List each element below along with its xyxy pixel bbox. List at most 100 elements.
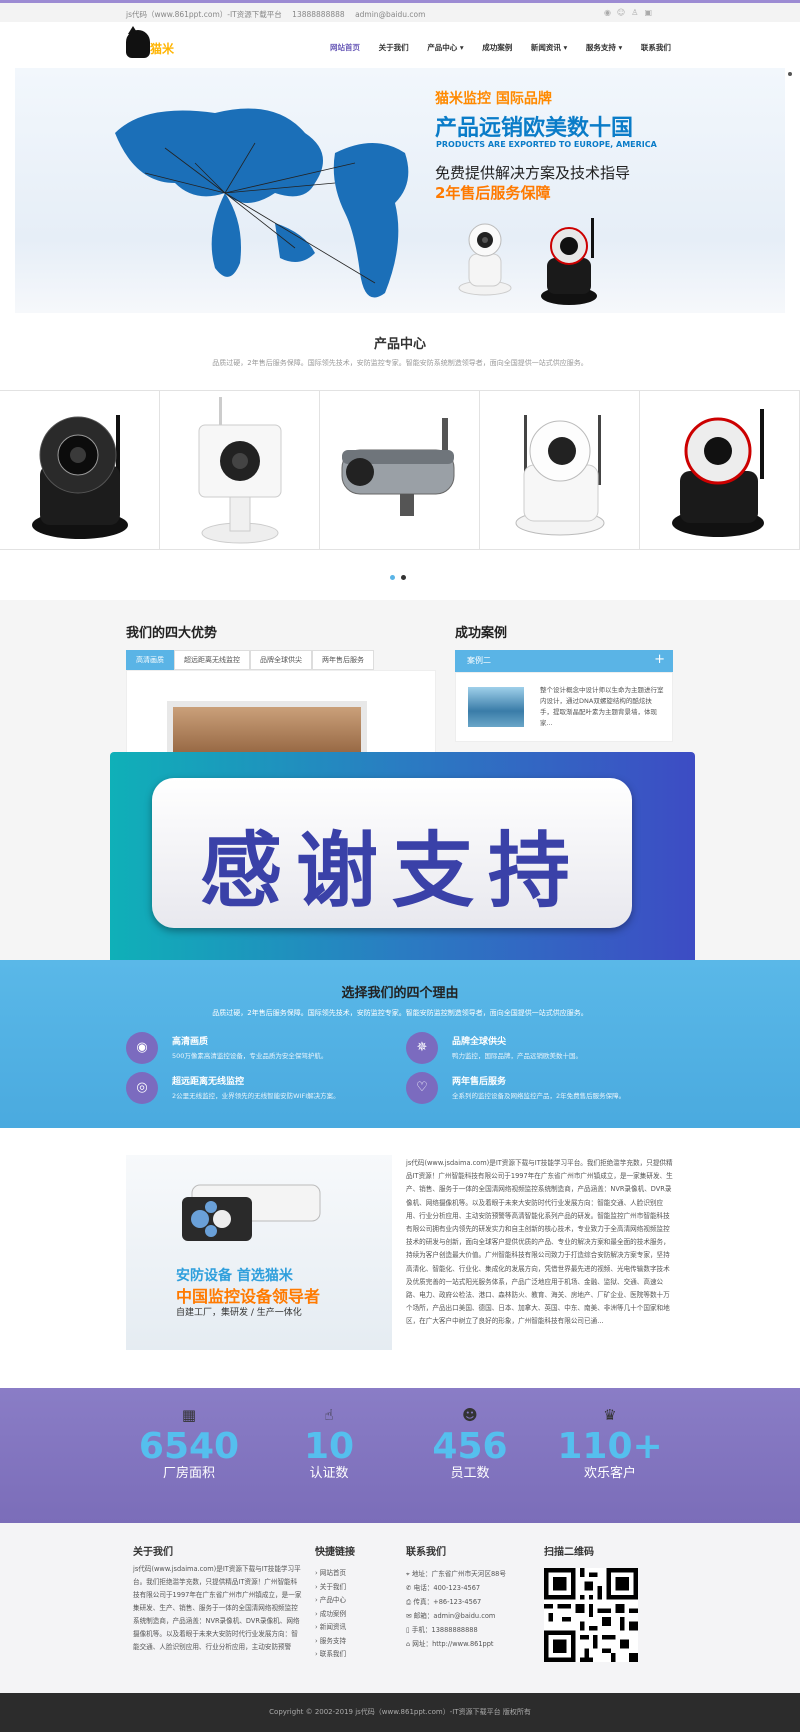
advantages-title: 我们的四大优势 bbox=[126, 626, 218, 641]
tab-service[interactable]: 两年售后服务 bbox=[312, 650, 374, 670]
security-camera-image bbox=[182, 1184, 321, 1241]
site-header: 猫米 网站首页 关于我们 产品中心 ▾ 成功案例 新闻资讯 ▾ 服务支持 ▾ 联… bbox=[0, 22, 800, 68]
case-title: 案例二 bbox=[467, 656, 491, 665]
home-icon: ⌂ bbox=[406, 1640, 411, 1648]
hero-banner[interactable]: 猫米监控 国际品牌 产品远销欧美数十国 PRODUCTS ARE EXPORTE… bbox=[15, 68, 785, 313]
black-ptz-camera-image bbox=[31, 415, 128, 539]
weibo-icon[interactable]: ◉ bbox=[604, 8, 617, 17]
black-red-ptz-camera-image bbox=[671, 409, 764, 537]
stat-item: ▦ 6540 厂房面积 bbox=[124, 1406, 254, 1481]
banner-warranty-line: 2年售后服务保障 bbox=[435, 184, 551, 202]
about-image-headline: 中国监控设备领导者 bbox=[176, 1287, 321, 1306]
reason-title: 品牌全球供尖 bbox=[452, 1037, 507, 1047]
reasons-section: 选择我们的四个理由 品质过硬，2年售后服务保障。国际领先技术，安防监控专家。智能… bbox=[0, 960, 800, 1128]
footer-link-home[interactable]: › 网站首页 bbox=[315, 1567, 346, 1581]
stat-item: ☝ 10 认证数 bbox=[264, 1406, 394, 1481]
product-card[interactable] bbox=[640, 390, 800, 550]
nav-contact[interactable]: 联系我们 bbox=[641, 42, 671, 53]
reason-desc: 2公里无线监控，业界领先的无线智能安防WIFI解决方案。 bbox=[172, 1092, 340, 1100]
stat-item: ☻ 456 员工数 bbox=[405, 1406, 535, 1481]
carousel-dots[interactable] bbox=[390, 573, 412, 583]
product-card[interactable] bbox=[320, 390, 480, 550]
products-subtitle: 品质过硬，2年售后服务保障。国际领先技术，安防监控专家。智能安防系统制造领导者，… bbox=[212, 359, 588, 367]
user-icon[interactable]: ♙ bbox=[631, 8, 644, 17]
footer-link-contact[interactable]: › 联系我们 bbox=[315, 1648, 346, 1662]
nav-home[interactable]: 网站首页 bbox=[330, 42, 360, 53]
contact-address: ⌖ 地址：广东省广州市天河区88号 bbox=[406, 1570, 506, 1578]
nav-about[interactable]: 关于我们 bbox=[379, 42, 409, 53]
footer-link-about[interactable]: › 关于我们 bbox=[315, 1581, 346, 1595]
carousel-dot[interactable] bbox=[401, 575, 406, 580]
nav-news[interactable]: 新闻资讯 ▾ bbox=[531, 42, 567, 53]
top-info-bar: js代码（www.861ppt.com）-IT资源下载平台 1388888888… bbox=[0, 0, 800, 22]
cart-icon[interactable]: ▣ bbox=[644, 8, 658, 17]
product-card[interactable] bbox=[0, 390, 160, 550]
qr-code-image bbox=[544, 1568, 638, 1662]
cat-logo-icon bbox=[126, 26, 150, 58]
case-accordion-header[interactable]: 案例二 + bbox=[455, 650, 673, 672]
white-camera-image bbox=[458, 223, 512, 296]
site-footer bbox=[0, 1523, 800, 1693]
case-thumbnail[interactable] bbox=[468, 687, 524, 727]
footer-links: › 网站首页 › 关于我们 › 产品中心 › 成功案例 › 新闻资讯 › 服务支… bbox=[315, 1567, 346, 1662]
reason-item: ◎ 超远距离无线监控 2公里无线监控，业界领先的无线智能安防WIFI解决方案。 bbox=[126, 1072, 386, 1106]
footer-links-title: 快捷链接 bbox=[315, 1547, 355, 1558]
footer-qr-title: 扫描二维码 bbox=[544, 1547, 594, 1558]
reason-item: ✵ 品牌全球供尖 鸭力监控，国际品牌，产品远销欧美数十国。 bbox=[406, 1032, 666, 1066]
product-card[interactable] bbox=[480, 390, 640, 550]
phone-number: 13888888888 bbox=[292, 10, 345, 19]
reason-title: 高清画质 bbox=[172, 1037, 209, 1047]
users-icon: ☻ bbox=[462, 1406, 478, 1424]
nav-cases[interactable]: 成功案例 bbox=[482, 42, 512, 53]
reason-item: ♡ 两年售后服务 全系列的监控设备及网络监控产品，2年免费售后服务保障。 bbox=[406, 1072, 666, 1106]
product-card[interactable] bbox=[160, 390, 320, 550]
footer-link-support[interactable]: › 服务支持 bbox=[315, 1635, 346, 1649]
footer-link-products[interactable]: › 产品中心 bbox=[315, 1594, 346, 1608]
phone-icon: ✆ bbox=[406, 1584, 412, 1592]
heart-icon: ♡ bbox=[406, 1072, 438, 1104]
white-cube-camera-image bbox=[198, 397, 281, 544]
banner-brand-line: 猫米监控 国际品牌 bbox=[435, 91, 552, 107]
product-carousel[interactable] bbox=[0, 390, 800, 550]
building-icon: ▦ bbox=[181, 1406, 197, 1424]
logo-text: 猫米 bbox=[150, 42, 175, 56]
cases-title: 成功案例 bbox=[455, 626, 508, 641]
map-pin-icon: ⌖ bbox=[406, 1570, 410, 1578]
tab-wireless[interactable]: 超远距离无线监控 bbox=[174, 650, 250, 670]
about-image-tagline: 自建工厂，集研发 / 生产一体化 bbox=[176, 1308, 302, 1318]
reasons-title: 选择我们的四个理由 bbox=[341, 986, 459, 1001]
qq-icon[interactable]: ☺ bbox=[617, 8, 631, 17]
contact-website[interactable]: ⌂ 网址：http://www.861ppt bbox=[406, 1637, 506, 1651]
tab-brand[interactable]: 品牌全球供尖 bbox=[250, 650, 312, 670]
nav-support[interactable]: 服务支持 ▾ bbox=[586, 42, 622, 53]
contact-mobile: ▯ 手机：13888888888 bbox=[406, 1626, 478, 1634]
stat-item: ♛ 110+ 欢乐客户 bbox=[545, 1406, 675, 1481]
footer-about-text: js代码(www.jsdaima.com)是IT资源下载与IT技能学习平台。我们… bbox=[133, 1565, 302, 1651]
contact-phone: ✆ 电话：400-123-4567 bbox=[406, 1584, 481, 1592]
eye-icon: ◉ bbox=[126, 1032, 158, 1064]
reason-item: ◉ 高清画质 500万像素高清监控设备，专业品质为安全保驾护航。 bbox=[126, 1032, 386, 1066]
case-description: 整个设计概念中设计师以生命为主题进行室内设计，通过DNA双螺旋结构的酷炫扶手，提… bbox=[540, 686, 664, 727]
nav-products[interactable]: 产品中心 ▾ bbox=[427, 42, 463, 53]
scrollbar-indicator[interactable] bbox=[788, 72, 792, 76]
case-item[interactable]: 整个设计概念中设计师以生命为主题进行室内设计，通过DNA双螺旋结构的酷炫扶手，提… bbox=[455, 672, 673, 742]
tab-hd-quality[interactable]: 高清画质 bbox=[126, 650, 174, 670]
black-camera-image bbox=[541, 218, 597, 305]
stat-label: 认证数 bbox=[309, 1466, 349, 1481]
thumbs-up-icon: ☝ bbox=[324, 1406, 334, 1424]
contact-fax: ⎙ 传真：+86-123-4567 bbox=[406, 1598, 482, 1606]
social-icons[interactable]: ◉☺♙▣ bbox=[604, 8, 658, 17]
reason-title: 超远距离无线监控 bbox=[172, 1077, 245, 1087]
white-ptz-camera-image bbox=[515, 415, 604, 536]
footer-link-news[interactable]: › 新闻资讯 bbox=[315, 1621, 346, 1635]
mail-icon: ✉ bbox=[406, 1612, 412, 1620]
mobile-icon: ▯ bbox=[406, 1626, 410, 1634]
fax-icon: ⎙ bbox=[406, 1598, 412, 1606]
stat-label: 员工数 bbox=[450, 1466, 490, 1481]
plus-icon[interactable]: + bbox=[654, 652, 665, 667]
reasons-subtitle: 品质过硬，2年售后服务保障。国际领先技术，安防监控专家。智能安防监控制造领导者，… bbox=[212, 1009, 588, 1017]
carousel-dot[interactable] bbox=[390, 575, 395, 580]
logo[interactable]: 猫米 bbox=[126, 26, 175, 60]
footer-link-cases[interactable]: › 成功案例 bbox=[315, 1608, 346, 1622]
top-contact-info: js代码（www.861ppt.com）-IT资源下载平台 1388888888… bbox=[126, 9, 433, 20]
